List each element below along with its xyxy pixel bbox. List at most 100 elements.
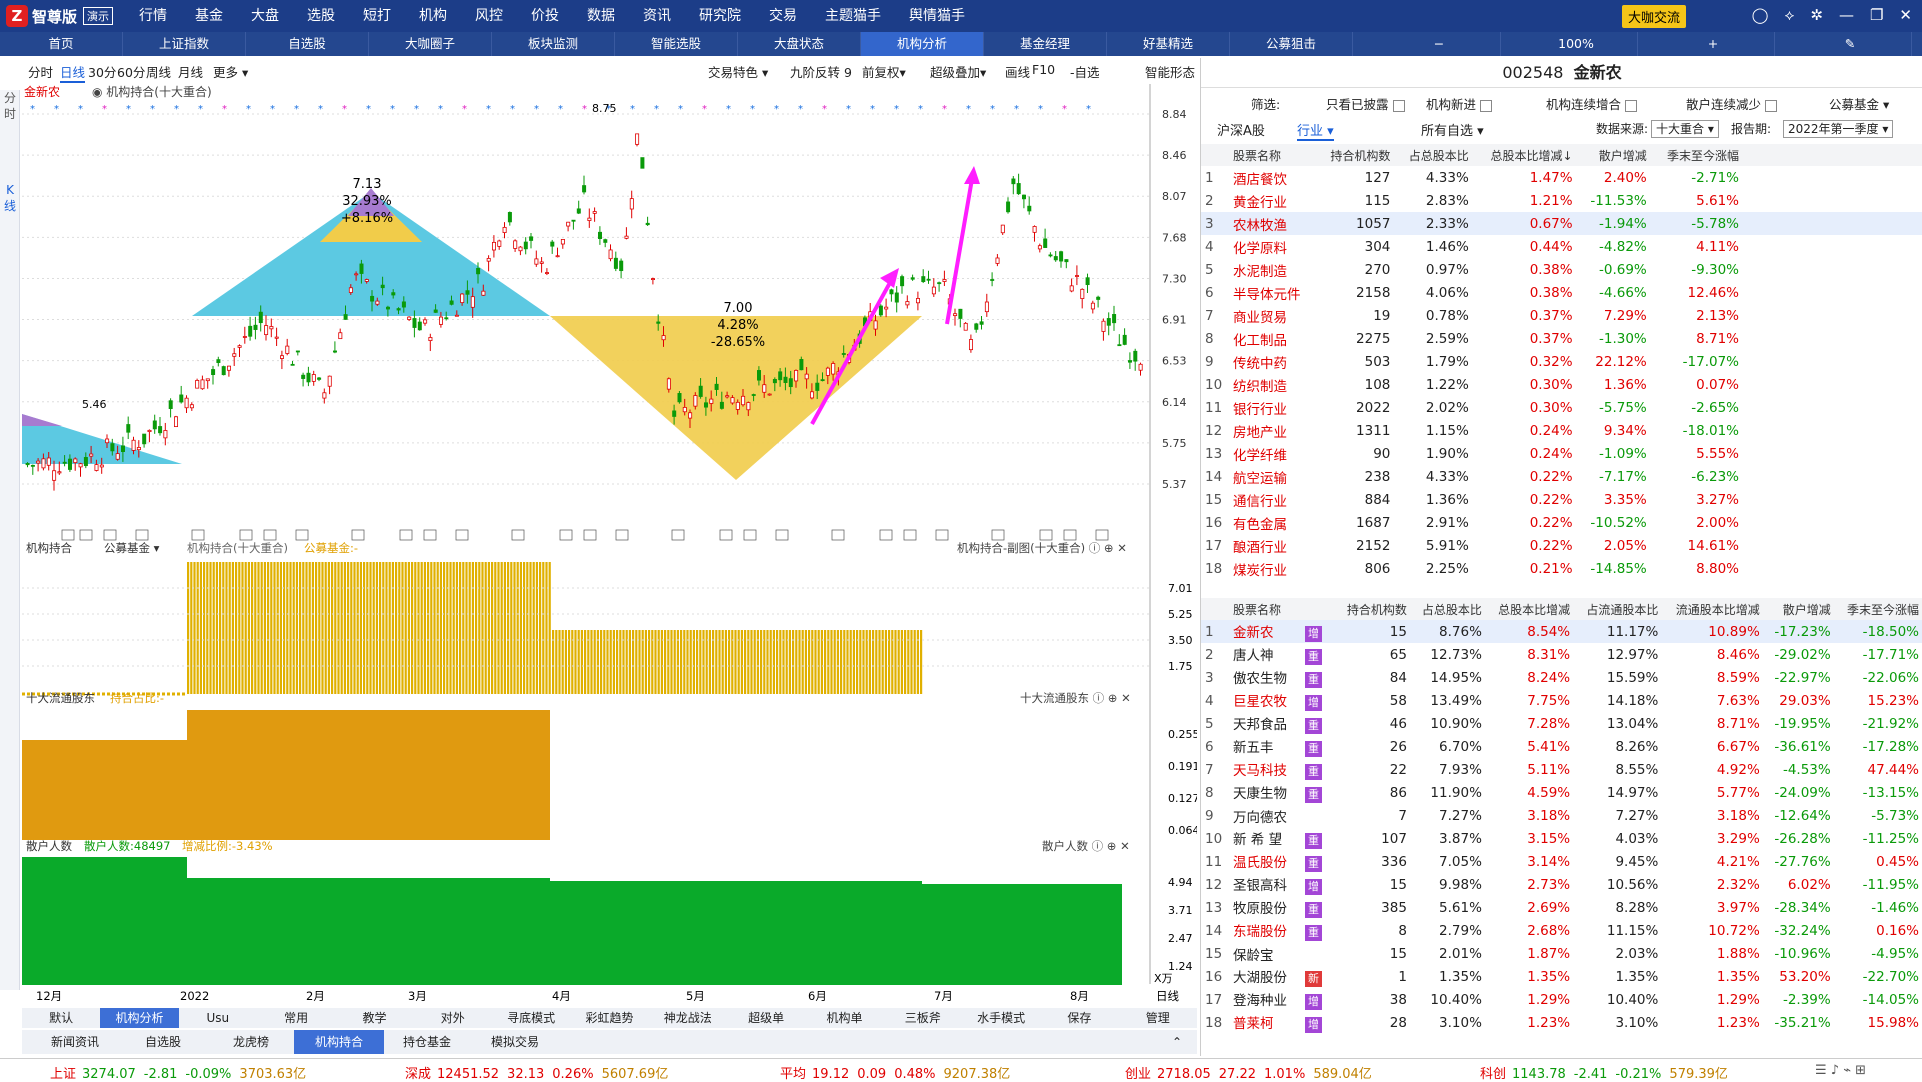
- chart-tool-4[interactable]: 画线: [1005, 62, 1030, 81]
- source-select[interactable]: 十大重合 ▾: [1651, 120, 1719, 138]
- news-tab-2[interactable]: 龙虎榜: [206, 1030, 296, 1054]
- tab-industry[interactable]: 行业 ▾: [1297, 120, 1334, 141]
- news-tab-3[interactable]: 机构持合: [294, 1030, 384, 1054]
- menu-item-3[interactable]: 选股: [293, 0, 349, 32]
- indicator-tab-5[interactable]: 对外: [414, 1008, 492, 1028]
- table-row[interactable]: 5 水泥制造 270 0.97% 0.38% -0.69% -9.30%: [1201, 258, 1922, 281]
- table-row[interactable]: 3 傲农生物 重 84 14.95% 8.24% 15.59% 8.59% -22.97% -22…: [1201, 666, 1922, 689]
- period-1[interactable]: 日线: [60, 62, 86, 83]
- table-row[interactable]: 2 黄金行业 115 2.83% 1.21% -11.53% 5.61%: [1201, 189, 1922, 212]
- table-row[interactable]: 15 通信行业 884 1.36% 0.22% 3.35% 3.27%: [1201, 488, 1922, 511]
- table-row[interactable]: 10 纺织制造 108 1.22% 0.30% 1.36% 0.07%: [1201, 373, 1922, 396]
- tab-0[interactable]: 首页: [0, 32, 123, 56]
- menu-item-9[interactable]: 资讯: [629, 0, 685, 32]
- col-header[interactable]: 占流通股本比: [1574, 598, 1663, 620]
- indicator-tab-7[interactable]: 彩虹趋势: [570, 1008, 648, 1028]
- table-row[interactable]: 14 东瑞股份 重 8 2.79% 2.68% 11.15% 10.72% -32.24% 0.1…: [1201, 919, 1922, 942]
- index-4[interactable]: 科创 1143.78 -2.41 -0.21% 579.39亿: [1480, 1063, 1728, 1082]
- chart-tool-2[interactable]: 前复权▾: [862, 62, 906, 81]
- filter-1[interactable]: 机构新进: [1426, 94, 1493, 113]
- index-2[interactable]: 平均 19.12 0.09 0.48% 9207.38亿: [780, 1063, 1010, 1082]
- fund-select[interactable]: 公募基金 ▾: [1829, 94, 1889, 113]
- indicator-tab-13[interactable]: 保存: [1040, 1008, 1118, 1028]
- event-icon[interactable]: [671, 529, 685, 541]
- news-tab-5[interactable]: 模拟交易: [470, 1030, 560, 1054]
- table-row[interactable]: 18 普莱柯 增 28 3.10% 1.23% 3.10% 1.23% -35.21% 15.98…: [1201, 1011, 1922, 1034]
- status-icons[interactable]: ☰ ♪ ⌁ ⊞: [1815, 1063, 1866, 1078]
- chart-tool-0[interactable]: 交易特色 ▾: [708, 62, 768, 81]
- event-icon[interactable]: [1039, 529, 1053, 541]
- tab-6[interactable]: 大盘状态: [738, 32, 861, 56]
- period-2[interactable]: 30分: [88, 62, 116, 81]
- table-row[interactable]: 6 新五丰 重 26 6.70% 5.41% 8.26% 6.67% -36.61% -17.28…: [1201, 735, 1922, 758]
- collapse-icon[interactable]: ⌃: [1167, 1030, 1187, 1054]
- event-icon[interactable]: [719, 529, 733, 541]
- zoom-in-icon[interactable]: +: [1652, 32, 1775, 56]
- chart-tool-7[interactable]: 智能形态: [1145, 62, 1195, 81]
- menu-item-5[interactable]: 机构: [405, 0, 461, 32]
- col-header[interactable]: 流通股本比增减: [1662, 598, 1764, 620]
- col-header[interactable]: 持合机构数: [1335, 598, 1411, 620]
- tab-10[interactable]: 公募狙击: [1230, 32, 1353, 56]
- period-0[interactable]: 分时: [28, 62, 53, 81]
- col-header[interactable]: 总股本比增减↓: [1472, 144, 1577, 166]
- event-icon[interactable]: [775, 529, 789, 541]
- period-4[interactable]: 周线: [146, 62, 171, 81]
- col-header[interactable]: 持合机构数: [1316, 144, 1395, 166]
- table-row[interactable]: 7 天马科技 重 22 7.93% 5.11% 8.55% 4.92% -4.53% 47.44%: [1201, 758, 1922, 781]
- table-row[interactable]: 12 房地产业 1311 1.15% 0.24% 9.34% -18.01%: [1201, 419, 1922, 442]
- tab-3[interactable]: 大咖圈子: [369, 32, 492, 56]
- period-5[interactable]: 月线: [178, 62, 203, 81]
- table-row[interactable]: 13 牧原股份 重 385 5.61% 2.69% 8.28% 3.97% -28.34% -1.…: [1201, 896, 1922, 919]
- tab-4[interactable]: 板块监测: [492, 32, 615, 56]
- tab-1[interactable]: 上证指数: [123, 32, 246, 56]
- event-icon[interactable]: [831, 529, 845, 541]
- table-row[interactable]: 11 温氏股份 重 336 7.05% 3.14% 9.45% 4.21% -27.76% 0.4…: [1201, 850, 1922, 873]
- table-row[interactable]: 16 大湖股份 新 1 1.35% 1.35% 1.35% 1.35% 53.20% -22.70…: [1201, 965, 1922, 988]
- event-icon[interactable]: [583, 529, 597, 541]
- indicator-tab-2[interactable]: Usu: [179, 1008, 257, 1028]
- news-tab-1[interactable]: 自选股: [118, 1030, 208, 1054]
- period-6[interactable]: 更多 ▾: [213, 62, 248, 81]
- indicator-tab-14[interactable]: 管理: [1119, 1008, 1197, 1028]
- event-icon[interactable]: [615, 529, 629, 541]
- col-header[interactable]: 季末至今涨幅: [1650, 144, 1743, 166]
- event-icon[interactable]: [1095, 529, 1109, 541]
- index-3[interactable]: 创业 2718.05 27.22 1.01% 589.04亿: [1125, 1063, 1372, 1082]
- menu-item-0[interactable]: 行情: [125, 0, 181, 32]
- event-icon[interactable]: [1063, 529, 1077, 541]
- table-row[interactable]: 12 圣银高科 增 15 9.98% 2.73% 10.56% 2.32% 6.02% -11.9…: [1201, 873, 1922, 896]
- event-icon[interactable]: [79, 529, 93, 541]
- filter-checkbox[interactable]: [1765, 99, 1778, 112]
- table-row[interactable]: 1 金新农 增 15 8.76% 8.54% 11.17% 10.89% -17.23% -18.…: [1201, 620, 1922, 643]
- menu-item-8[interactable]: 数据: [573, 0, 629, 32]
- chart-tool-1[interactable]: 九阶反转 9: [790, 62, 852, 81]
- table-row[interactable]: 3 农林牧渔 1057 2.33% 0.67% -1.94% -5.78%: [1201, 212, 1922, 235]
- strip-3[interactable]: 线: [0, 198, 20, 214]
- indicator-tab-1[interactable]: 机构分析: [100, 1008, 179, 1028]
- table-row[interactable]: 6 半导体元件 2158 4.06% 0.38% -4.66% 12.46%: [1201, 281, 1922, 304]
- event-icon[interactable]: [103, 529, 117, 541]
- indicator-tab-10[interactable]: 机构单: [805, 1008, 883, 1028]
- event-icon[interactable]: [239, 529, 253, 541]
- tab-watchlist[interactable]: 所有自选 ▾: [1421, 120, 1484, 139]
- tab-8[interactable]: 基金经理: [984, 32, 1107, 56]
- event-icon[interactable]: [423, 529, 437, 541]
- pin-icon[interactable]: ✎: [1789, 32, 1912, 56]
- event-icon[interactable]: [61, 529, 75, 541]
- menu-item-13[interactable]: 舆情猫手: [895, 0, 979, 32]
- report-select[interactable]: 2022年第一季度 ▾: [1783, 120, 1894, 138]
- table-row[interactable]: 4 巨星农牧 增 58 13.49% 7.75% 14.18% 7.63% 29.03% 15.2…: [1201, 689, 1922, 712]
- col-header[interactable]: 季末至今涨幅: [1834, 598, 1922, 620]
- indicator-tab-11[interactable]: 三板斧: [884, 1008, 962, 1028]
- table-row[interactable]: 1 酒店餐饮 127 4.33% 1.47% 2.40% -2.71%: [1201, 166, 1922, 189]
- filter-3[interactable]: 散户连续减少: [1686, 94, 1778, 113]
- strip-2[interactable]: K: [0, 182, 20, 198]
- table-row[interactable]: 11 银行行业 2022 2.02% 0.30% -5.75% -2.65%: [1201, 396, 1922, 419]
- tab-5[interactable]: 智能选股: [615, 32, 738, 56]
- col-header[interactable]: 散户增减: [1763, 598, 1835, 620]
- event-icon[interactable]: [135, 529, 149, 541]
- event-icon[interactable]: [903, 529, 917, 541]
- event-icon[interactable]: [295, 529, 309, 541]
- menu-item-10[interactable]: 研究院: [685, 0, 755, 32]
